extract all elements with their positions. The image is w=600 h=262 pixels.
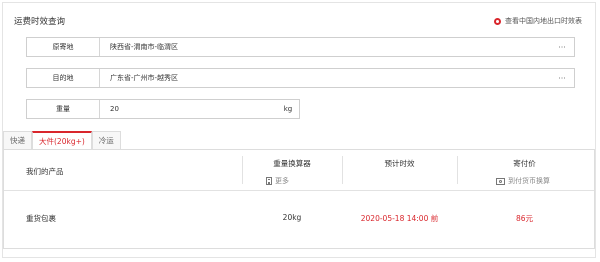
destination-more-button[interactable]: ··· xyxy=(550,74,574,83)
table-header: 我们的产品 重量换算器 更多 预计时效 寄付价 到付货币换算 xyxy=(4,150,594,191)
origin-label: 原寄地 xyxy=(27,38,100,56)
currency-convert-label: 到付货币换算 xyxy=(508,177,550,185)
destination-field[interactable]: 目的地 广东省-广州市-越秀区 ··· xyxy=(26,68,575,88)
weight-calc-more-label: 更多 xyxy=(275,177,289,185)
table-row: 重货包裹 20kg 2020-05-18 14:00 前 86元 xyxy=(4,190,594,240)
row-product: 重货包裹 xyxy=(26,214,56,223)
weight-input[interactable]: 20 xyxy=(100,105,277,113)
col-weight-calc-header: 重量换算器 xyxy=(273,159,311,168)
tab-bulky[interactable]: 大件(20kg+) xyxy=(32,131,92,149)
calculator-icon xyxy=(266,177,272,185)
tab-express[interactable]: 快递 xyxy=(3,131,32,149)
weight-field[interactable]: 重量 20 kg xyxy=(26,99,300,119)
weight-calc-more[interactable]: 更多 xyxy=(266,176,289,186)
origin-more-button[interactable]: ··· xyxy=(550,43,574,52)
destination-value[interactable]: 广东省-广州市-越秀区 xyxy=(100,73,550,83)
currency-convert-link[interactable]: 到付货币换算 xyxy=(496,176,550,186)
location-pin-icon xyxy=(494,17,501,25)
col-price-header: 寄付价 xyxy=(513,159,536,168)
origin-field[interactable]: 原寄地 陕西省-渭南市-临渭区 ··· xyxy=(26,37,575,57)
page-title: 运费时效查询 xyxy=(14,17,66,27)
weight-unit: kg xyxy=(283,105,293,113)
col-product-header: 我们的产品 xyxy=(26,167,64,176)
destination-label: 目的地 xyxy=(27,69,100,87)
col-eta-header: 预计时效 xyxy=(384,159,415,168)
service-tabs: 快递 大件(20kg+) 冷运 xyxy=(3,130,595,149)
origin-value[interactable]: 陕西省-渭南市-临渭区 xyxy=(100,42,550,52)
tab-cold-chain[interactable]: 冷运 xyxy=(91,131,121,149)
results-table: 我们的产品 重量换算器 更多 预计时效 寄付价 到付货币换算 重货包裹 20kg… xyxy=(3,149,595,249)
weight-label: 重量 xyxy=(27,100,100,118)
row-weight: 20kg xyxy=(282,213,302,222)
row-eta: 2020-05-18 14:00 前 xyxy=(360,214,439,223)
currency-icon xyxy=(496,177,505,185)
export-timetable-link-label: 查看中国内地出口时效表 xyxy=(505,17,582,25)
export-timetable-link[interactable]: 查看中国内地出口时效表 xyxy=(494,16,582,26)
row-price: 86元 xyxy=(515,214,534,223)
